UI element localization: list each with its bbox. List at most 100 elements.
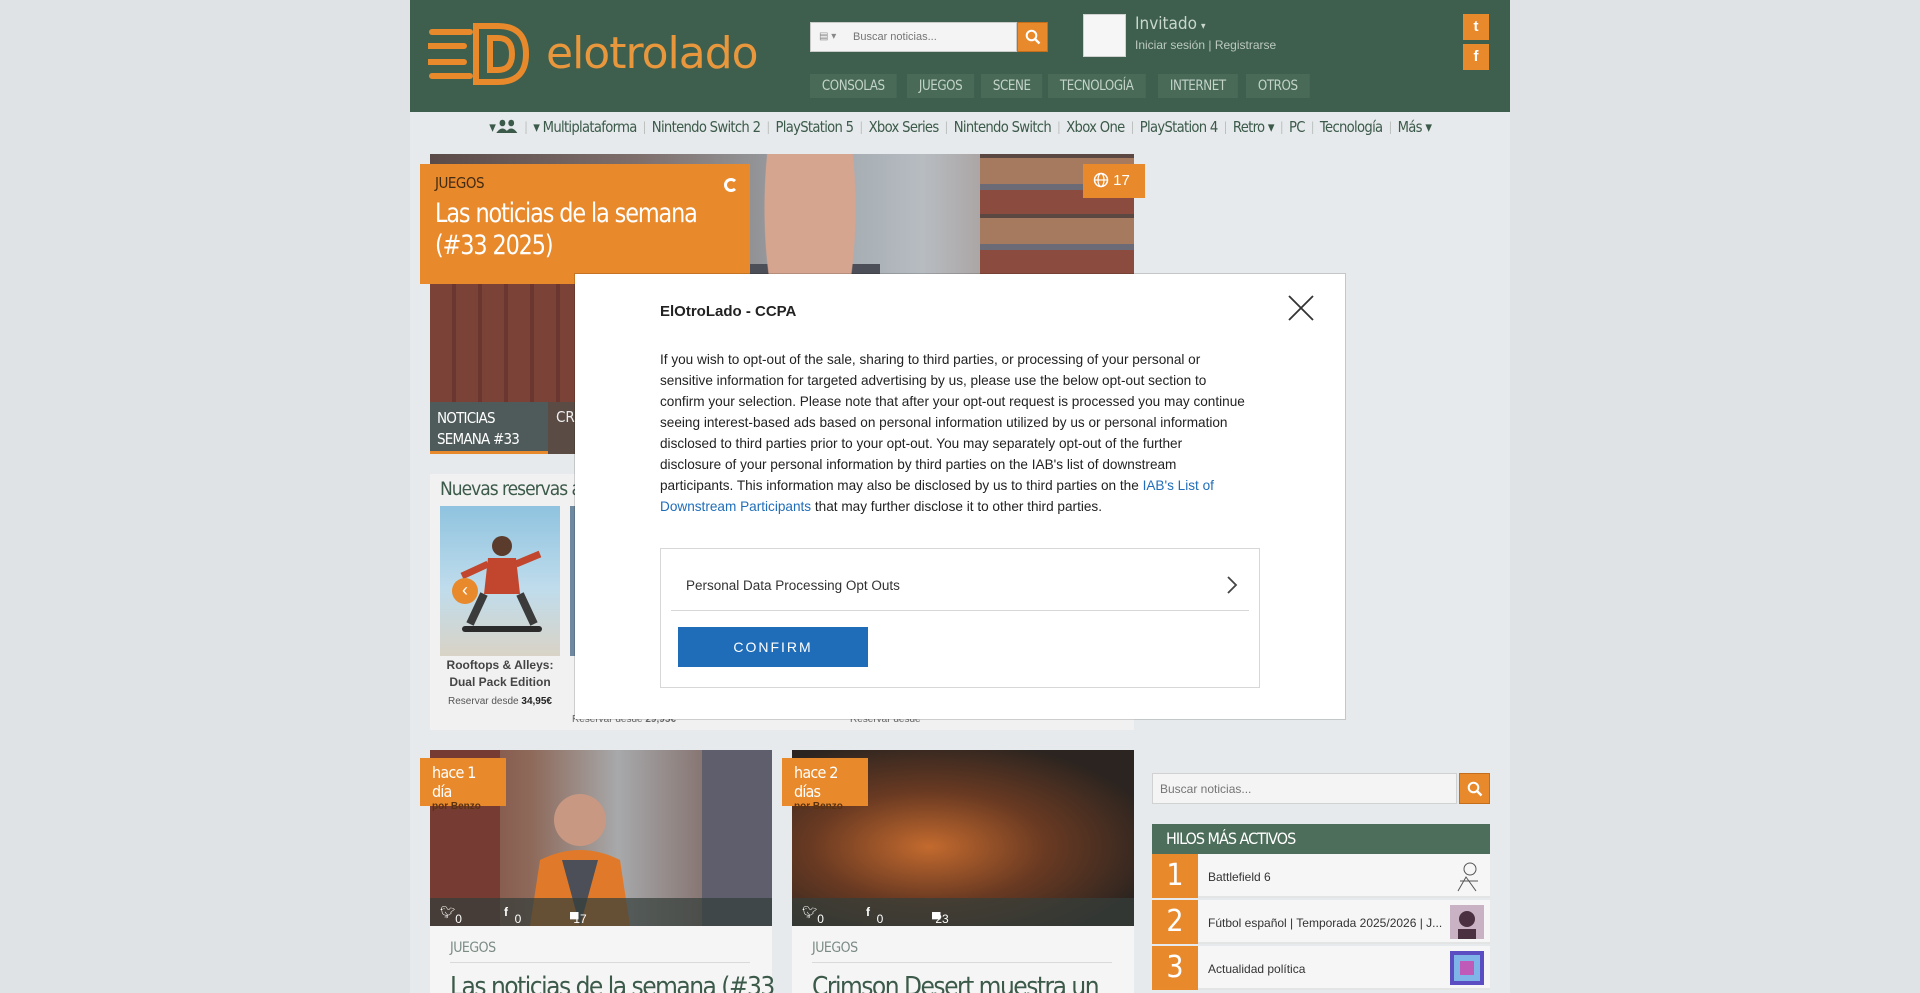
article-card[interactable]: hace 1 día por Benzo 🐦︎ 0 f 0 ▀ 17 JUEGO… [420,750,775,993]
thread-item[interactable]: 1 Battlefield 6 [1152,854,1490,898]
carousel-prev-button[interactable]: ‹ [452,578,478,604]
subnav-playstation-5[interactable]: PlayStation 5 [769,118,859,136]
user-avatar-icon [1450,905,1484,939]
header-search-button[interactable] [1017,22,1048,52]
subnav-label: Multiplataforma [542,118,637,136]
twitter-button[interactable]: t [1463,14,1489,40]
register-link[interactable]: Registrarse [1215,38,1276,52]
thread-title: Fútbol español | Temporada 2025/2026 | J… [1208,916,1443,930]
thread-title: Actualidad política [1208,962,1306,976]
sidebar-search-box[interactable] [1152,773,1457,804]
active-threads-heading: HILOS MÁS ACTIVOS [1152,824,1490,854]
logo-wordmark: elotrolado [546,28,759,79]
article-category[interactable]: JUEGOS [450,940,496,956]
twitter-share[interactable]: 🐦︎ 0 [440,905,462,926]
price-value: 34,95€ [521,696,552,707]
facebook-count: 0 [514,912,522,926]
search-icon [1025,29,1041,45]
dialog-text: If you wish to opt-out of the sale, shar… [660,352,1245,493]
ccpa-consent-dialog: ElOtroLado - CCPA If you wish to opt-out… [575,274,1345,719]
chevron-down-icon: ▾ [1267,118,1275,136]
facebook-button[interactable]: f [1463,44,1489,70]
chevron-left-icon: ‹ [462,580,468,600]
header-search-input[interactable] [853,23,1013,51]
author: por Benzo [432,801,481,812]
login-link[interactable]: Iniciar sesión [1135,38,1205,52]
thread-rank: 1 [1152,854,1198,898]
subnav-nintendo-switch[interactable]: Nintendo Switch [947,118,1057,136]
opt-out-option[interactable]: Personal Data Processing Opt Outs [671,549,1249,611]
dialog-title: ElOtroLado - CCPA [660,303,797,320]
site-logo[interactable]: elotrolado [428,18,778,90]
article-timestamp: hace 2 días por Benzo [782,758,868,812]
subnav-xbox-one[interactable]: Xbox One [1060,118,1131,136]
divider [812,962,1112,963]
search-type-selector[interactable]: ▤ ▾ [819,31,836,42]
subnav-multiplataforma[interactable]: ▾ Multiplataforma [527,118,643,136]
topnav-juegos[interactable]: JUEGOS [906,74,974,98]
article-category[interactable]: JUEGOS [812,940,858,956]
comments-link[interactable]: ▀ 17 [570,905,587,926]
user-avatar-icon [1450,951,1484,985]
topnav-scene[interactable]: SCENE [980,74,1043,98]
thread-item[interactable]: 2 Fútbol español | Temporada 2025/2026 |… [1152,900,1490,944]
opt-out-option-label: Personal Data Processing Opt Outs [686,578,900,593]
facebook-share[interactable]: f 0 [866,905,883,926]
guest-avatar[interactable] [1083,14,1126,57]
topnav-tecnologia[interactable]: TECNOLOGÍA [1048,74,1146,98]
featured-title: Las noticias de la semana (#33 2025) [435,198,698,261]
site-header: elotrolado ▤ ▾ Invitado▾ Iniciar sesión … [410,0,1510,112]
subnav-playstation-4[interactable]: PlayStation 4 [1133,118,1223,136]
auth-separator: | [1208,38,1212,52]
subnav-label: Más [1397,118,1422,136]
sidebar-search-button[interactable] [1459,773,1490,804]
facebook-count: 0 [876,912,884,926]
featured-thumb-active[interactable]: NOTICIAS SEMANA #33 [430,402,548,454]
subnav-mas[interactable]: Más ▾ [1391,118,1437,136]
featured-label[interactable]: JUEGOS Las noticias de la semana (#33 20… [420,164,750,284]
subnav-nintendo-switch-2[interactable]: Nintendo Switch 2 [645,118,766,136]
chevron-down-icon: ▾ [1200,21,1206,32]
subnav-xbox-series[interactable]: Xbox Series [862,118,944,136]
topnav-otros[interactable]: OTROS [1246,74,1310,98]
topnav-internet[interactable]: INTERNET [1157,74,1238,98]
subnav-pc[interactable]: PC [1283,118,1311,136]
topnav-consolas[interactable]: CONSOLAS [810,74,897,98]
subnav-label: Retro [1232,118,1265,136]
loading-spinner-icon [724,178,738,192]
featured-comment-count[interactable]: 17 [1083,164,1145,198]
community-menu[interactable]: ▾ [483,118,524,136]
search-icon [1467,781,1483,797]
thread-title: Battlefield 6 [1208,870,1271,884]
dialog-body: If you wish to opt-out of the sale, shar… [660,349,1245,517]
comments-link[interactable]: ▀ 23 [932,905,949,926]
preorder-item-price: Reservar desde 34,95€ [440,696,560,707]
article-title[interactable]: Las noticias de la semana (#33 [450,972,775,993]
user-menu[interactable]: Invitado ▾ [1135,14,1205,34]
time-ago: hace 2 días [794,763,838,801]
subnav-tecnologia[interactable]: Tecnología [1314,118,1389,136]
close-icon[interactable] [1285,292,1317,324]
thread-rank: 2 [1152,900,1198,944]
chevron-down-icon: ▾ [1425,118,1432,136]
preorder-item-name[interactable]: Rooftops & Alleys: Dual Pack Edition [440,657,560,691]
subnav-retro[interactable]: Retro ▾ [1226,118,1279,136]
article-card[interactable]: hace 2 días por Benzo 🐦︎ 0 f 0 ▀ 23 JUEG… [782,750,1134,993]
price-label: Reservar desde [448,696,519,707]
thread-item[interactable]: 3 Actualidad política [1152,946,1490,990]
comment-count: 17 [573,912,587,926]
twitter-count: 0 [817,912,824,926]
user-avatar-icon [1457,862,1478,892]
sidebar-search-input[interactable] [1153,774,1453,803]
confirm-button[interactable]: CONFIRM [678,627,868,667]
twitter-share[interactable]: 🐦︎ 0 [802,905,824,926]
article-timestamp: hace 1 día por Benzo [420,758,506,812]
comment-count: 17 [1113,172,1130,189]
comment-count: 23 [935,912,949,926]
time-ago: hace 1 día [432,763,476,801]
chevron-down-icon: ▾ [532,118,540,136]
facebook-share[interactable]: f 0 [504,905,521,926]
article-title[interactable]: Crimson Desert muestra un [812,972,1100,993]
users-icon [495,119,517,133]
header-search-box[interactable]: ▤ ▾ [810,22,1017,52]
